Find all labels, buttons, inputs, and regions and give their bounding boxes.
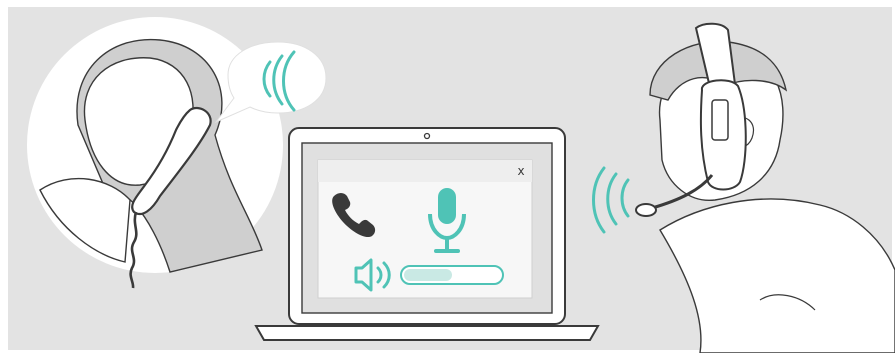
call-window-titlebar: [318, 160, 532, 182]
close-button[interactable]: x: [514, 164, 528, 178]
illustration: x: [0, 0, 895, 353]
laptop: [254, 127, 600, 341]
headset-logo-plate: [711, 99, 729, 141]
laptop-base: [254, 325, 600, 341]
volume-slider[interactable]: [400, 265, 504, 285]
scene-svg: [8, 7, 895, 353]
volume-fill: [404, 269, 452, 281]
boom-mic-tip: [635, 203, 657, 217]
